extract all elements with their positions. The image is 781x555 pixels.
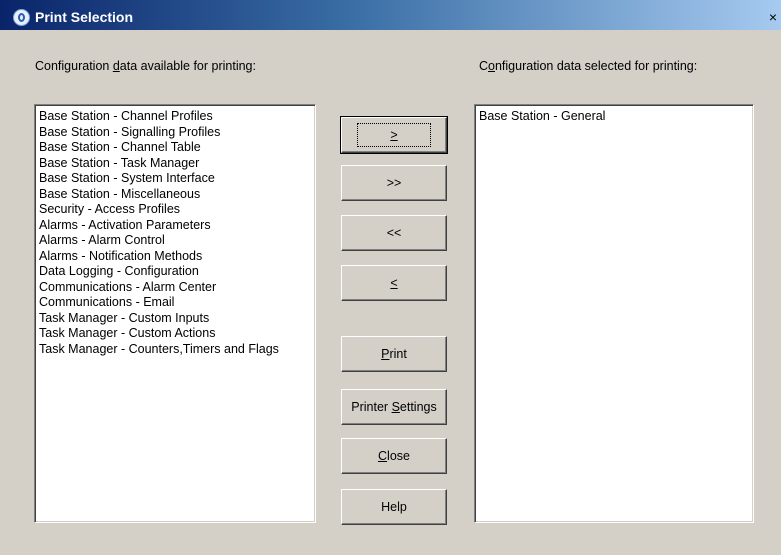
close-icon[interactable]: × xyxy=(765,9,781,25)
list-item[interactable]: Base Station - General xyxy=(479,109,753,125)
list-item[interactable]: Base Station - System Interface xyxy=(39,171,315,187)
list-item[interactable]: Alarms - Alarm Control xyxy=(39,233,315,249)
selected-listbox[interactable]: Base Station - General xyxy=(474,104,754,523)
window-title: Print Selection xyxy=(35,9,134,25)
list-item[interactable]: Communications - Alarm Center xyxy=(39,280,315,296)
list-item[interactable]: Base Station - Task Manager xyxy=(39,156,315,172)
remove-all-button[interactable]: << xyxy=(341,215,447,251)
list-item[interactable]: Base Station - Channel Table xyxy=(39,140,315,156)
list-item[interactable]: Security - Access Profiles xyxy=(39,202,315,218)
list-item[interactable]: Task Manager - Custom Inputs xyxy=(39,311,315,327)
available-listbox[interactable]: Base Station - Channel Profiles Base Stat… xyxy=(34,104,316,523)
printer-settings-button[interactable]: Printer Settings xyxy=(341,389,447,425)
list-item[interactable]: Communications - Email xyxy=(39,295,315,311)
list-item[interactable]: Base Station - Miscellaneous xyxy=(39,187,315,203)
title-bar[interactable]: Print Selection × xyxy=(0,0,781,30)
list-item[interactable]: Task Manager - Custom Actions xyxy=(39,326,315,342)
list-item[interactable]: Base Station - Channel Profiles xyxy=(39,109,315,125)
remove-selected-button[interactable]: < xyxy=(341,265,447,301)
add-selected-button[interactable]: > xyxy=(340,116,448,154)
selected-list-label: Configuration data selected for printing… xyxy=(479,59,698,73)
list-item[interactable]: Alarms - Notification Methods xyxy=(39,249,315,265)
remove-selected-label: < xyxy=(390,276,398,290)
close-button[interactable]: Close xyxy=(341,438,447,474)
available-list-label: Configuration data available for printin… xyxy=(35,59,256,73)
list-item[interactable]: Data Logging - Configuration xyxy=(39,264,315,280)
add-selected-label: > xyxy=(390,128,398,142)
list-item[interactable]: Task Manager - Counters,Timers and Flags xyxy=(39,342,315,358)
add-all-button[interactable]: >> xyxy=(341,165,447,201)
list-item[interactable]: Alarms - Activation Parameters xyxy=(39,218,315,234)
list-item[interactable]: Base Station - Signalling Profiles xyxy=(39,125,315,141)
print-button[interactable]: Print xyxy=(341,336,447,372)
app-logo-icon xyxy=(13,9,30,26)
help-button[interactable]: Help xyxy=(341,489,447,525)
